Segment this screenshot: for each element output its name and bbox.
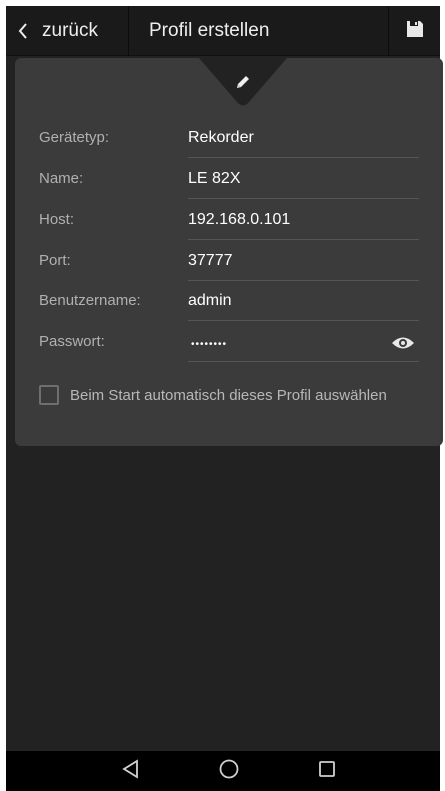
field-label: Benutzername:	[39, 292, 141, 309]
autoselect-profile-checkbox[interactable]: Beim Start automatisch dieses Profil aus…	[39, 383, 439, 407]
save-button[interactable]	[388, 6, 440, 56]
username-value[interactable]: admin	[188, 292, 232, 310]
triangle-back-icon	[121, 758, 141, 784]
name-value[interactable]: LE 82X	[188, 170, 240, 188]
password-value[interactable]: ••••••••	[191, 339, 227, 350]
nav-back-button[interactable]	[101, 751, 161, 791]
nav-recents-button[interactable]	[297, 751, 357, 791]
system-nav-bar	[6, 751, 440, 791]
field-host[interactable]: Host: 192.168.0.101	[39, 199, 419, 240]
nav-home-button[interactable]	[199, 751, 259, 791]
edit-notch	[199, 58, 287, 108]
page-title: Profil erstellen	[149, 20, 270, 41]
floppy-disk-icon	[405, 19, 425, 44]
field-label: Name:	[39, 170, 84, 187]
field-label: Host:	[39, 211, 75, 228]
square-recents-icon	[317, 759, 337, 784]
app-screen: zurück Profil erstellen Gerätetyp: Rekor…	[6, 6, 443, 791]
circle-home-icon	[218, 758, 240, 785]
back-label: zurück	[42, 20, 98, 41]
port-value[interactable]: 37777	[188, 252, 233, 270]
top-bar: zurück Profil erstellen	[6, 6, 440, 56]
field-label: Passwort:	[39, 333, 105, 350]
back-button[interactable]: zurück	[6, 6, 129, 56]
field-label: Gerätetyp:	[39, 129, 110, 146]
chevron-left-icon	[6, 6, 40, 56]
profile-form-card: Gerätetyp: Rekorder Name: LE 82X Host: 1…	[15, 58, 443, 446]
eye-icon[interactable]	[391, 335, 415, 351]
checkbox-box[interactable]	[39, 385, 59, 405]
field-username[interactable]: Benutzername: admin	[39, 280, 419, 321]
field-port[interactable]: Port: 37777	[39, 240, 419, 281]
field-device-type[interactable]: Gerätetyp: Rekorder	[39, 117, 419, 158]
host-value[interactable]: 192.168.0.101	[188, 211, 290, 229]
field-password[interactable]: Passwort: ••••••••	[39, 321, 419, 362]
divider	[188, 361, 419, 362]
field-label: Port:	[39, 252, 71, 269]
field-name[interactable]: Name: LE 82X	[39, 158, 419, 199]
pencil-icon[interactable]	[231, 70, 255, 94]
device-type-value: Rekorder	[188, 129, 254, 146]
autoselect-label: Beim Start automatisch dieses Profil aus…	[70, 386, 387, 404]
